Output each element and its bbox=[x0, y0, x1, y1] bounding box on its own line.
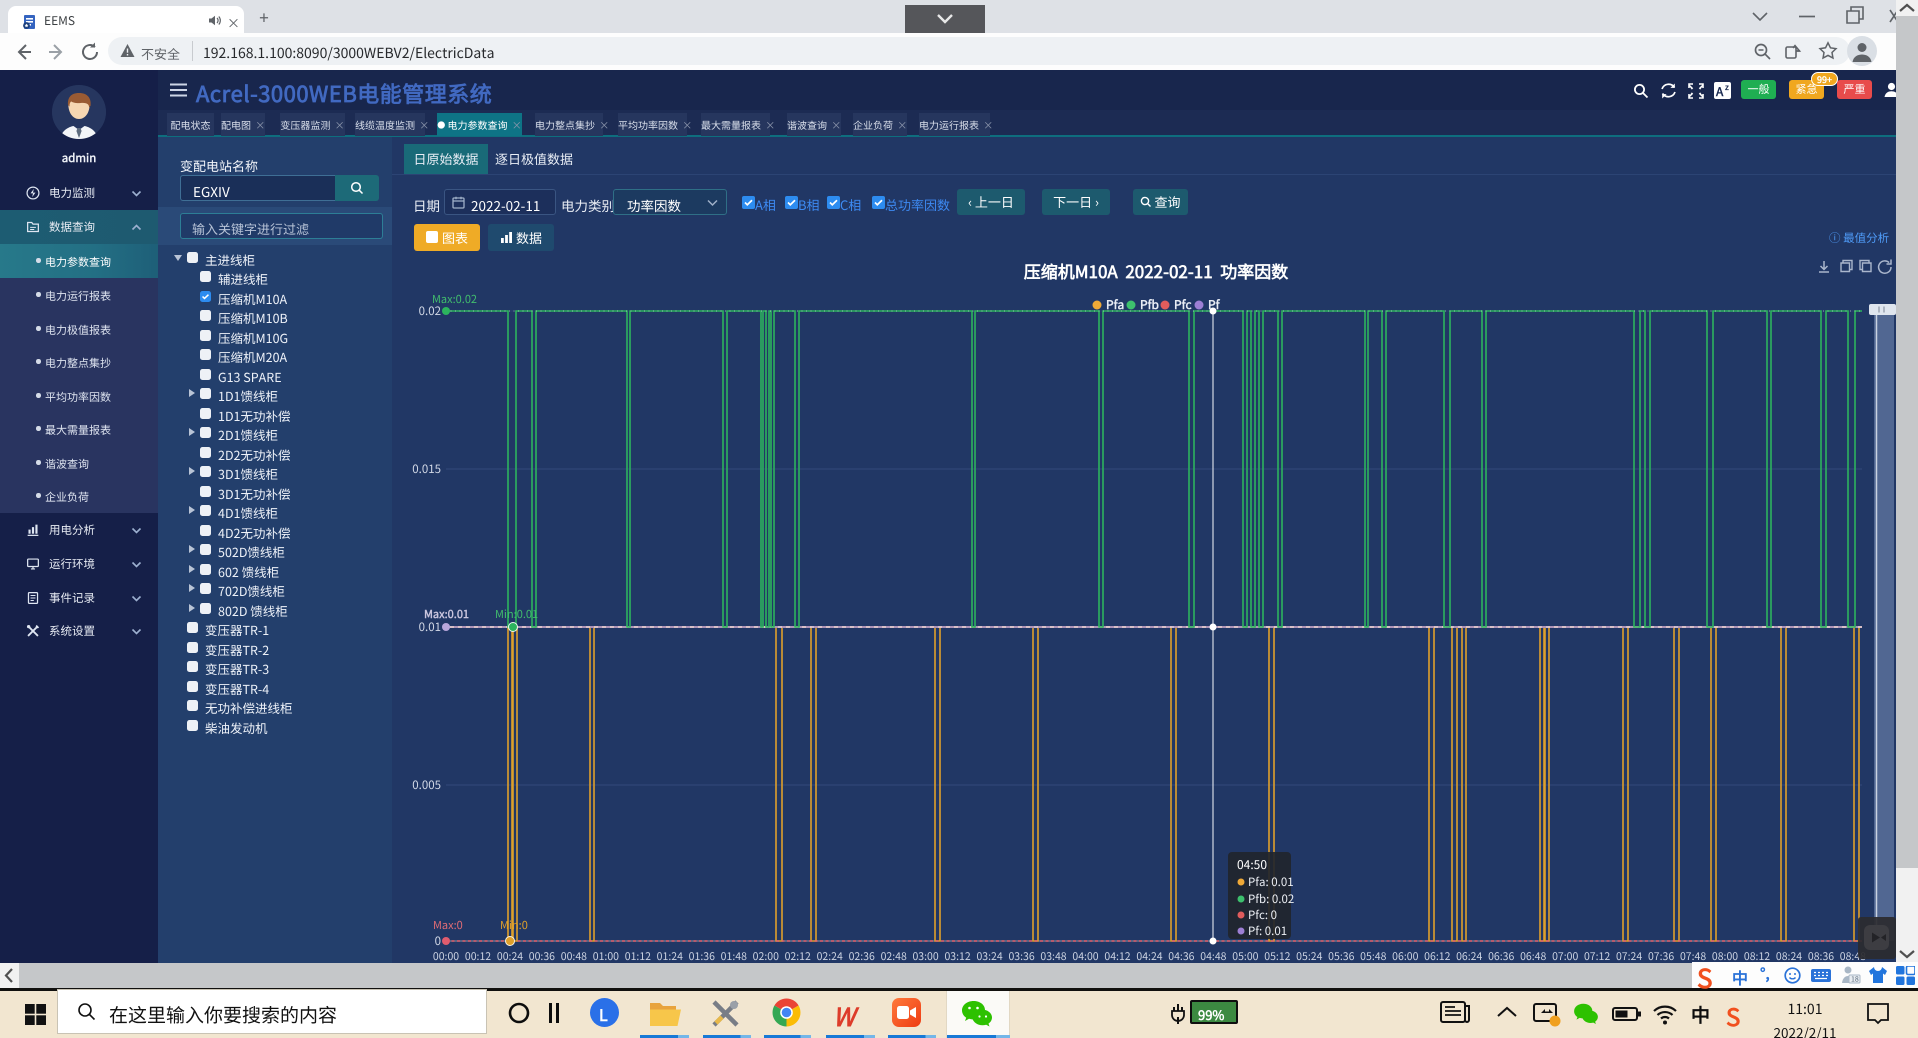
svg-text:00:12: 00:12 bbox=[465, 949, 491, 963]
svg-text:04:12: 04:12 bbox=[1104, 949, 1130, 963]
svg-text:Pfb: 0.02: Pfb: 0.02 bbox=[1248, 891, 1294, 907]
svg-text:00:24: 00:24 bbox=[497, 949, 523, 963]
svg-text:Pfa: Pfa bbox=[1106, 296, 1124, 313]
svg-text:Pfc: Pfc bbox=[1174, 296, 1192, 313]
svg-text:08:24: 08:24 bbox=[1776, 949, 1802, 963]
svg-text:Min:0: Min:0 bbox=[500, 917, 528, 933]
svg-text:06:00: 06:00 bbox=[1392, 949, 1418, 963]
svg-text:Max:0.02: Max:0.02 bbox=[432, 291, 477, 307]
svg-text:08:00: 08:00 bbox=[1712, 949, 1738, 963]
svg-text:05:24: 05:24 bbox=[1296, 949, 1322, 963]
svg-text:02:36: 02:36 bbox=[849, 949, 875, 963]
svg-text:04:24: 04:24 bbox=[1136, 949, 1162, 963]
svg-text:03:36: 03:36 bbox=[1008, 949, 1034, 963]
svg-text:Pfc: 0: Pfc: 0 bbox=[1248, 907, 1277, 923]
svg-text:07:00: 07:00 bbox=[1552, 949, 1578, 963]
svg-text:04:48: 04:48 bbox=[1200, 949, 1226, 963]
svg-text:05:00: 05:00 bbox=[1232, 949, 1258, 963]
svg-text:02:00: 02:00 bbox=[753, 949, 779, 963]
svg-text:06:12: 06:12 bbox=[1424, 949, 1450, 963]
svg-text:03:12: 03:12 bbox=[944, 949, 970, 963]
svg-text:04:36: 04:36 bbox=[1168, 949, 1194, 963]
svg-text:07:24: 07:24 bbox=[1616, 949, 1642, 963]
svg-text:06:36: 06:36 bbox=[1488, 949, 1514, 963]
svg-text:06:48: 06:48 bbox=[1520, 949, 1546, 963]
svg-text:01:12: 01:12 bbox=[625, 949, 651, 963]
svg-text:0: 0 bbox=[435, 933, 441, 949]
svg-text:01:48: 01:48 bbox=[721, 949, 747, 963]
svg-text:02:48: 02:48 bbox=[881, 949, 907, 963]
svg-text:Pfb: Pfb bbox=[1140, 296, 1159, 313]
svg-text:0.005: 0.005 bbox=[412, 777, 441, 793]
svg-text:03:24: 03:24 bbox=[976, 949, 1002, 963]
svg-text:08:36: 08:36 bbox=[1808, 949, 1834, 963]
svg-text:Pfa: 0.01: Pfa: 0.01 bbox=[1248, 874, 1294, 890]
svg-text:00:36: 00:36 bbox=[529, 949, 555, 963]
svg-text:Max:0: Max:0 bbox=[433, 917, 463, 933]
svg-text:07:12: 07:12 bbox=[1584, 949, 1610, 963]
svg-text:02:12: 02:12 bbox=[785, 949, 811, 963]
svg-text:04:00: 04:00 bbox=[1072, 949, 1098, 963]
svg-text:05:12: 05:12 bbox=[1264, 949, 1290, 963]
svg-text:07:36: 07:36 bbox=[1648, 949, 1674, 963]
svg-text:06:24: 06:24 bbox=[1456, 949, 1482, 963]
svg-text:08:12: 08:12 bbox=[1744, 949, 1770, 963]
svg-text:03:00: 03:00 bbox=[912, 949, 938, 963]
svg-text:Pf: 0.01: Pf: 0.01 bbox=[1248, 923, 1287, 939]
svg-text:05:48: 05:48 bbox=[1360, 949, 1386, 963]
svg-text:01:24: 01:24 bbox=[657, 949, 683, 963]
svg-text:02:24: 02:24 bbox=[817, 949, 843, 963]
svg-text:Min:0.01: Min:0.01 bbox=[495, 606, 538, 622]
svg-text:01:00: 01:00 bbox=[593, 949, 619, 963]
svg-text:05:36: 05:36 bbox=[1328, 949, 1354, 963]
svg-text:18: 18 bbox=[1851, 975, 1859, 985]
svg-text:00:48: 00:48 bbox=[561, 949, 587, 963]
svg-text:01:36: 01:36 bbox=[689, 949, 715, 963]
svg-text:Max:0.01: Max:0.01 bbox=[424, 606, 469, 622]
svg-text:00:00: 00:00 bbox=[433, 949, 459, 963]
svg-text:0.015: 0.015 bbox=[412, 461, 441, 477]
svg-text:04:50: 04:50 bbox=[1237, 856, 1267, 873]
svg-text:03:48: 03:48 bbox=[1040, 949, 1066, 963]
